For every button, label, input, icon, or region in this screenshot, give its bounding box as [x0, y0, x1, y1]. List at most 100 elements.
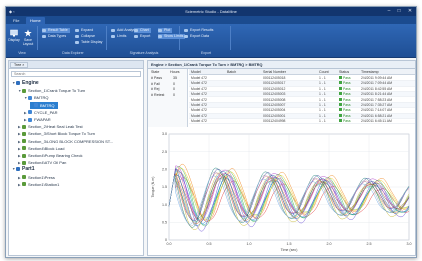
tree-node[interactable]: ▶ CYCLE_PAR [24, 109, 58, 116]
status-badge: Pass [339, 76, 351, 81]
column-header[interactable]: Status [339, 70, 349, 74]
tree-node[interactable]: ▶ FWAPAR [24, 116, 51, 123]
table-cell: 2/4/2011 7:58:23 AM [361, 97, 393, 102]
table-row[interactable]: Model 472 000112405008 1 - 1 Pass 2/4/2011 7… [189, 98, 415, 103]
add-icon [111, 29, 115, 32]
section-icon [22, 146, 26, 151]
tree-node[interactable]: ▶ Section_3\Short Block Torque To Turn [18, 130, 95, 137]
table-display-button[interactable]: Table Display [75, 40, 102, 45]
ribbon: Display Save Layout View Result Table Da… [6, 24, 416, 58]
maximize-button[interactable]: □ [394, 8, 404, 15]
tree-node-label: Section4\Pump Bearing Check [28, 153, 83, 158]
section-icon [22, 88, 26, 93]
results-table: Model Batch Serial Number Count Status Timest… [189, 69, 415, 127]
x-tick-label: 1.0 [247, 242, 252, 246]
section-icon [22, 182, 26, 187]
table-row[interactable]: Model 472 000112405004 1 - 1 Pass 2/4/2011 7… [189, 108, 415, 114]
collapse-button[interactable]: Collapse [75, 34, 95, 39]
table-cell: 000112405018 [263, 76, 286, 80]
grid-icon [75, 41, 79, 44]
tree-node[interactable]: ▶ Section4\Block Load [18, 145, 64, 152]
tree-node[interactable]: ▶ Section_2\Heat Seal Leak Test [18, 123, 83, 130]
tree-node[interactable]: ▶ Section4\ATV Oil Pan [18, 159, 66, 166]
table-row[interactable]: Model 472 000112405017 1 - 1 Pass 2/4/2011 7… [189, 81, 415, 87]
collapse-label: Collapse [81, 34, 95, 38]
y-axis-label: Torque (N.m) [151, 177, 155, 198]
tree-node[interactable]: ▶ Section1\Station1 [18, 181, 59, 188]
filter-header-hours: Hours [170, 70, 180, 74]
product-icon [16, 80, 20, 85]
ribbon-group-data-explorer: Result Table Data Types Expand Collapse … [39, 26, 107, 50]
filter-header-state: State [151, 70, 160, 74]
filter-state[interactable]: # Pass [151, 76, 162, 80]
y-tick-label: 1.5 [162, 185, 167, 189]
column-header[interactable]: Count [319, 70, 329, 74]
table-cell: 2/4/2011 9:09:44 AM [361, 76, 393, 80]
chart-icon [134, 29, 138, 32]
plot-button[interactable]: Plot [158, 28, 173, 33]
group-label-data-explorer: Data Explorer [62, 51, 84, 55]
expand-label: Expand [81, 28, 94, 32]
tree-root-node[interactable]: ▼ Engine [12, 80, 39, 87]
table-icon [42, 29, 46, 32]
export-chart-button[interactable]: Export [134, 34, 150, 39]
table-cell: 1 - 1 [319, 119, 326, 124]
limits-button[interactable]: Limits [111, 34, 126, 39]
plot-label: Plot [164, 28, 171, 32]
tree-root-node[interactable]: ▼ Part1 [12, 166, 35, 173]
tree-tab[interactable]: Tree × [10, 62, 29, 68]
expand-icon [75, 29, 79, 32]
save-layout-button[interactable]: Save Layout [22, 29, 34, 46]
filter-state[interactable]: # Fail [151, 82, 160, 86]
tree-node-label: Section4\Block Load [28, 145, 65, 151]
filter-state[interactable]: # Retest [151, 93, 164, 97]
chart-button[interactable]: Chart [134, 28, 151, 33]
tree-node[interactable]: BMTRQ [30, 101, 59, 109]
table-cell: 000112404998 [263, 119, 286, 124]
tree-node[interactable]: ▼ BMTRQ [24, 94, 48, 101]
column-header[interactable]: Batch [227, 70, 236, 74]
status-badge: Pass [339, 114, 351, 119]
table-cell: 000112405017 [263, 81, 286, 86]
export-data-button[interactable]: Export Data [184, 34, 209, 39]
tree-node-label: Section4\ATV Oil Pan [28, 160, 67, 166]
data-types-button[interactable]: Data Types [42, 34, 66, 39]
tree-node[interactable]: ▼ Section_1\Crank Torque To Turn [18, 87, 85, 94]
save-layout-label: Save Layout [22, 38, 34, 46]
table-cell: 1 - 1 [319, 113, 326, 118]
torque-chart[interactable]: 0.0 0.5 1.0 1.5 2.0 2.5 3.0 0 0.5 1.0 1.5 2.0 2.5 3.0… [149, 128, 415, 255]
tab-file[interactable]: File [9, 17, 23, 24]
tree-node[interactable]: ▶ Section4\Pump Bearing Check [18, 152, 82, 159]
column-header[interactable]: Serial Number [263, 70, 286, 74]
tree-node[interactable]: ▶ Section1\Press [18, 174, 55, 181]
tree-node-label: Section_1\Crank Torque To Turn [28, 88, 86, 94]
tree-node-label: Engine [22, 80, 39, 86]
x-tick-label: 1.5 [287, 242, 292, 246]
tree-search-input[interactable] [11, 71, 141, 77]
minimize-button[interactable]: – [384, 8, 394, 15]
column-header[interactable]: Timestamp [361, 70, 379, 74]
table-cell: Model 472 [191, 119, 207, 124]
table-cell: 1 - 1 [319, 86, 326, 91]
y-tick-label: 2.0 [162, 168, 167, 172]
export-results-button[interactable]: Export Results [184, 28, 213, 33]
column-header[interactable]: Model [191, 70, 201, 74]
limits-label: Limits [117, 34, 127, 38]
display-button[interactable]: Display [8, 29, 20, 42]
export-icon [134, 35, 138, 38]
expand-button[interactable]: Expand [75, 28, 93, 33]
table-row[interactable]: Model 472 000112404998 1 - 1 Pass 2/4/2011 6… [189, 119, 415, 125]
tree-node-label: Section1\Press [28, 174, 55, 180]
table-cell: 000112405008 [263, 97, 286, 102]
status-badge: Pass [339, 81, 351, 86]
filter-state[interactable]: # Rej [151, 87, 159, 91]
result-table-button[interactable]: Result Table [42, 28, 70, 33]
tree-node[interactable]: ▶ Section_3\LONG BLOCK COMPRESSION ST... [18, 138, 113, 145]
tab-home[interactable]: Home [26, 17, 45, 24]
tree-node-label: Part1 [22, 166, 35, 173]
close-button[interactable]: ✕ [405, 8, 415, 15]
star-icon [24, 29, 32, 37]
group-label-view: View [18, 51, 26, 55]
table-row[interactable]: Model 472 000112405003 1 - 1 Pass 2/4/2011 8… [189, 92, 415, 98]
window-title: Sciemetric Studio - DataMine [185, 9, 237, 14]
